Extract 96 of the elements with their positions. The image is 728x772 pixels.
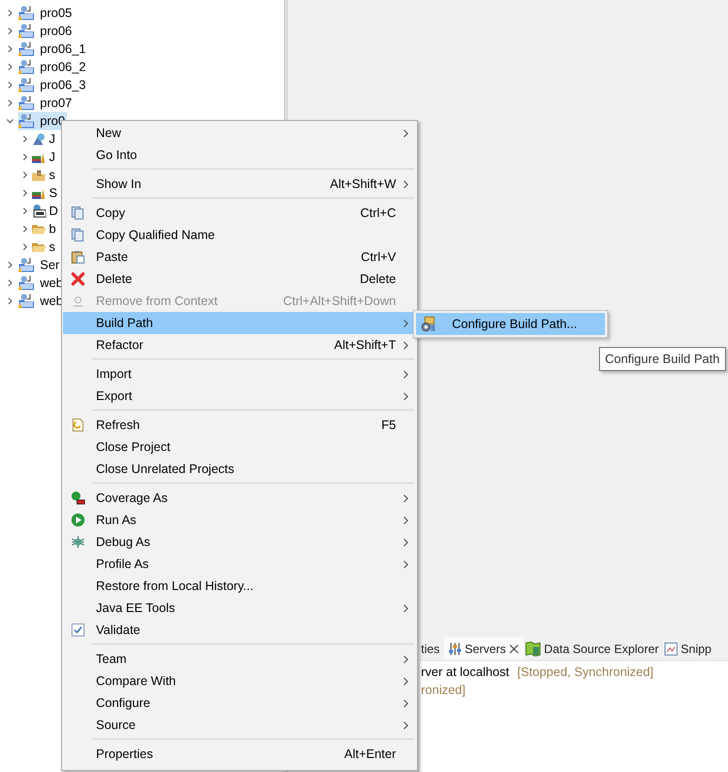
- bug-icon: [70, 535, 84, 549]
- menu-item[interactable]: Refactor Alt+Shift+T: [63, 334, 416, 356]
- view-tab[interactable]: Servers: [444, 637, 524, 660]
- menu-item[interactable]: Restore from Local History...: [63, 575, 416, 597]
- menu-item[interactable]: Close Project: [63, 436, 416, 458]
- project-folder-icon: [18, 113, 36, 129]
- tree-item[interactable]: pro05: [40, 4, 72, 22]
- chevron-right-icon[interactable]: [6, 45, 14, 53]
- menu-item[interactable]: Configure Build Path...: [416, 313, 605, 335]
- checkbox-icon: [70, 623, 84, 637]
- chevron-right-icon[interactable]: [6, 297, 14, 305]
- view-tab[interactable]: ties: [420, 637, 444, 660]
- close-icon[interactable]: [509, 644, 520, 654]
- tree-item[interactable]: S: [49, 184, 58, 202]
- tree-item[interactable]: J: [49, 148, 56, 166]
- gear-folder-icon: [420, 316, 436, 332]
- server-status: [Stopped, Synchronized]: [517, 665, 654, 679]
- menu-item[interactable]: Coverage As: [63, 487, 416, 509]
- menu-item[interactable]: Export: [63, 385, 416, 407]
- project-folder-icon: [18, 95, 36, 111]
- chevron-right-icon[interactable]: [6, 9, 14, 17]
- project-folder-icon: [18, 5, 36, 21]
- chevron-right-icon[interactable]: [21, 207, 29, 215]
- menu-item[interactable]: Validate: [63, 619, 416, 641]
- chevron-right-icon[interactable]: [21, 189, 29, 197]
- chevron-right-icon[interactable]: [6, 63, 14, 71]
- chevron-right-icon[interactable]: [21, 171, 29, 179]
- chevron-right-icon[interactable]: [6, 27, 14, 35]
- menu-item[interactable]: Debug As: [63, 531, 416, 553]
- chevron-right-icon[interactable]: [6, 261, 14, 269]
- tree-item[interactable]: b: [49, 220, 56, 238]
- menu-item[interactable]: Delete Delete: [63, 268, 416, 290]
- chevron-right-icon[interactable]: [6, 99, 14, 107]
- menu-item[interactable]: Configure: [63, 692, 416, 714]
- package-folder-icon: [32, 168, 46, 182]
- map-icon: [525, 640, 542, 656]
- chevron-right-icon[interactable]: [21, 135, 29, 143]
- tooltip: Configure Build Path: [599, 347, 726, 371]
- project-folder-icon: [18, 275, 36, 291]
- project-folder-icon: [18, 41, 36, 57]
- project-folder-icon: [18, 23, 36, 39]
- project-folder-icon: [18, 257, 36, 273]
- sliders-icon: [448, 642, 462, 656]
- menu-item[interactable]: Source: [63, 714, 416, 736]
- project-folder-icon: [18, 293, 36, 309]
- tree-item[interactable]: Ser: [40, 256, 60, 274]
- folder-icon: [32, 240, 46, 254]
- menu-item[interactable]: Copy Qualified Name: [63, 224, 416, 246]
- refresh-icon: [70, 418, 84, 432]
- menu-item[interactable]: Paste Ctrl+V: [63, 246, 416, 268]
- globe-icon: [32, 132, 46, 146]
- menu-item[interactable]: New: [63, 122, 416, 144]
- view-tab[interactable]: Data Source Explorer: [524, 637, 663, 660]
- chevron-down-icon[interactable]: [6, 117, 14, 125]
- menu-item[interactable]: Profile As: [63, 553, 416, 575]
- server-name: rver at localhost: [421, 665, 510, 679]
- server-badge-icon: [32, 204, 46, 218]
- tree-item[interactable]: pro06_2: [40, 58, 86, 76]
- tree-item[interactable]: s: [49, 238, 56, 256]
- menu-item[interactable]: Close Unrelated Projects: [63, 458, 416, 480]
- chevron-right-icon[interactable]: [21, 225, 29, 233]
- tree-item[interactable]: J: [49, 130, 56, 148]
- view-tab[interactable]: Snipp: [662, 637, 716, 660]
- project-folder-icon: [18, 77, 36, 93]
- tree-item[interactable]: pro06_1: [40, 40, 86, 58]
- tree-item[interactable]: pro07: [40, 94, 72, 112]
- folder-icon: [32, 222, 46, 236]
- menu-item[interactable]: Refresh F5: [63, 414, 416, 436]
- chevron-right-icon[interactable]: [21, 153, 29, 161]
- menu-item[interactable]: Go Into: [63, 144, 416, 166]
- copy-icon: [70, 206, 84, 220]
- delete-icon: [70, 272, 84, 286]
- menu-item[interactable]: Team: [63, 648, 416, 670]
- server-status: ronized]: [421, 683, 466, 697]
- tree-item[interactable]: pro06_3: [40, 76, 86, 94]
- coverage-icon: [70, 491, 84, 505]
- menu-item[interactable]: Compare With: [63, 670, 416, 692]
- menu-item[interactable]: Import: [63, 363, 416, 385]
- chevron-right-icon[interactable]: [6, 279, 14, 287]
- chevron-right-icon[interactable]: [6, 81, 14, 89]
- menu-item[interactable]: Run As: [63, 509, 416, 531]
- project-folder-icon: [18, 59, 36, 75]
- menu-item[interactable]: Properties Alt+Enter: [63, 743, 416, 765]
- chevron-right-icon[interactable]: [21, 243, 29, 251]
- play-icon: [70, 513, 84, 527]
- copy-icon: [70, 228, 84, 242]
- faded-icon: [70, 294, 84, 308]
- menu-item[interactable]: Java EE Tools: [63, 597, 416, 619]
- tree-item[interactable]: s: [49, 166, 56, 184]
- clipboard-icon: [70, 250, 84, 264]
- menu-item[interactable]: Show In Alt+Shift+W: [63, 173, 416, 195]
- tree-item[interactable]: D: [49, 202, 58, 220]
- document-icon: [664, 642, 678, 656]
- tree-item[interactable]: pro06: [40, 22, 72, 40]
- menu-item[interactable]: Copy Ctrl+C: [63, 202, 416, 224]
- menu-item[interactable]: Build Path: [63, 312, 416, 334]
